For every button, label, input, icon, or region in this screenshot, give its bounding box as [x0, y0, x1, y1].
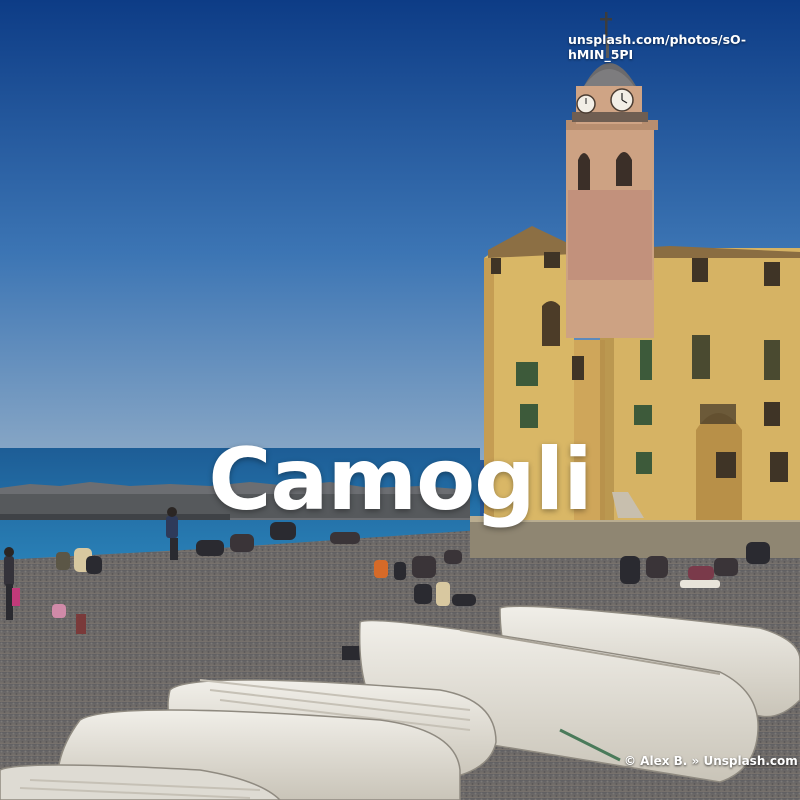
photo-illustration — [0, 0, 800, 800]
source-url: unsplash.com/photos/sO-hMIN_5PI — [568, 32, 747, 62]
photo-title: Camogli — [208, 430, 592, 530]
photo-credit: © Alex B. » Unsplash.com — [624, 754, 798, 768]
photo-scene: Camogli unsplash.com/photos/sO-hMIN_5PI … — [0, 0, 800, 800]
